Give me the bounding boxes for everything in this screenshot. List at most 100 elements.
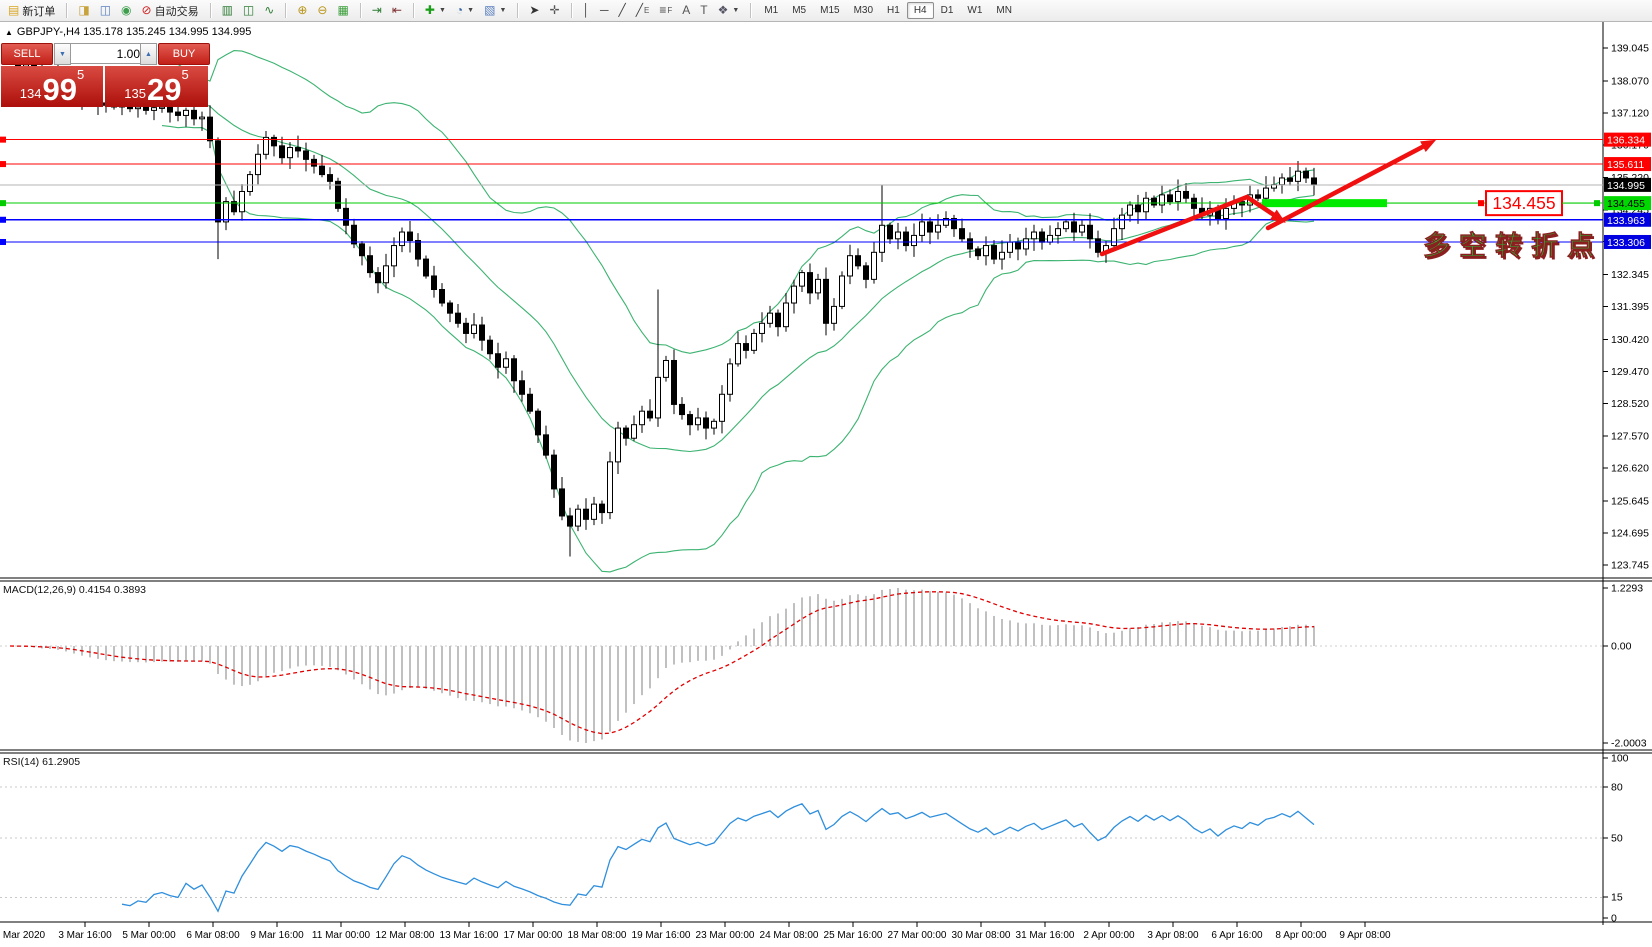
candle <box>968 239 973 249</box>
time-axis-label: 8 Apr 00:00 <box>1275 930 1327 941</box>
candle <box>1128 205 1133 215</box>
buy-price-button[interactable]: 135295 <box>105 66 208 107</box>
candle <box>1056 229 1061 236</box>
cursor-button[interactable]: ➤ <box>524 2 544 19</box>
new-order-icon: ▤ <box>8 4 19 17</box>
crosshair-button[interactable]: ✛ <box>544 2 564 19</box>
toolbar-separator <box>750 3 751 18</box>
auto-scroll-button[interactable]: ⇥ <box>367 2 387 19</box>
timeframe-mn-button[interactable]: MN <box>989 2 1019 19</box>
chart-shift-button[interactable]: ⇤ <box>387 2 407 19</box>
rsi-axis-tick: 100 <box>1611 753 1629 765</box>
signals-button[interactable]: ◉ <box>116 2 136 19</box>
sell-price-button[interactable]: 134995 <box>1 66 103 107</box>
price-axis-tick: 128.520 <box>1611 398 1649 410</box>
auto-scroll-icon: ⇥ <box>372 4 382 17</box>
line-anchor[interactable] <box>0 200 6 206</box>
volume-decrease-button[interactable]: ▼ <box>54 43 71 65</box>
timeframe-d1-button[interactable]: D1 <box>934 2 961 19</box>
autotrading-button-label: 自动交易 <box>155 3 199 19</box>
time-axis-label: 19 Mar 16:00 <box>632 930 691 941</box>
candle <box>824 279 829 323</box>
candle <box>520 381 525 395</box>
bar-chart-mode-button[interactable]: ▥ <box>217 2 238 19</box>
cursor-icon: ➤ <box>529 4 539 17</box>
volume-increase-button[interactable]: ▲ <box>140 43 157 65</box>
candle <box>304 151 309 159</box>
trend-arrow[interactable] <box>1268 143 1430 228</box>
zoom-out-icon: ⊖ <box>317 4 327 17</box>
timeframe-m15-button[interactable]: M15 <box>813 2 846 19</box>
chevron-down-icon: ▼ <box>439 7 446 14</box>
timeframe-w1-button[interactable]: W1 <box>960 2 989 19</box>
macd-signal-line <box>10 592 1314 734</box>
timeframe-m30-button[interactable]: M30 <box>847 2 880 19</box>
time-axis-label: 13 Mar 16:00 <box>440 930 499 941</box>
main-price-pane <box>8 51 1317 572</box>
horizontal-line-button[interactable]: ─ <box>595 2 614 19</box>
candle <box>1064 222 1069 229</box>
line-anchor[interactable] <box>0 239 6 245</box>
candle <box>872 252 877 279</box>
timeframe-m5-button[interactable]: M5 <box>785 2 813 19</box>
candle <box>736 344 741 364</box>
line-anchor[interactable] <box>0 161 6 167</box>
price-axis-tick: 130.420 <box>1611 334 1649 346</box>
volume-input[interactable] <box>70 43 147 64</box>
candle <box>888 225 893 239</box>
candle <box>456 313 461 323</box>
candle <box>240 191 245 211</box>
macd-axis-tick: 0.00 <box>1611 641 1632 653</box>
timeframe-h4-button[interactable]: H4 <box>907 2 934 19</box>
chart-canvas: 134.455多空转折点多空转折点139.045138.070137.12013… <box>0 0 1652 947</box>
candle <box>224 202 229 222</box>
collapse-panel-icon[interactable]: ▲ <box>5 28 13 37</box>
profiles-button[interactable]: ◨ <box>73 2 94 19</box>
zoom-out-button[interactable]: ⊖ <box>312 2 332 19</box>
candle <box>920 222 925 236</box>
candle <box>1024 239 1029 249</box>
svg-text:134.455: 134.455 <box>1607 198 1645 210</box>
indicators-button[interactable]: ✚▼ <box>420 2 451 19</box>
price-axis-tick: 129.470 <box>1611 366 1649 378</box>
candle <box>704 418 709 428</box>
arrows-button[interactable]: ❖▼ <box>713 2 745 19</box>
channel-button[interactable]: ╱E <box>631 2 655 19</box>
toolbar-separator <box>571 3 572 18</box>
candle <box>864 266 869 280</box>
timeframe-h1-button[interactable]: H1 <box>880 2 907 19</box>
autotrading-button[interactable]: ⊘自动交易 <box>137 1 204 21</box>
text-button[interactable]: A <box>677 2 695 19</box>
depth-of-market-button[interactable]: ◫ <box>95 2 116 19</box>
text-label-button[interactable]: T <box>695 2 712 19</box>
time-axis-label: 12 Mar 08:00 <box>376 930 435 941</box>
line-chart-mode-button[interactable]: ∿ <box>259 2 279 19</box>
new-order-button[interactable]: ▤新订单 <box>3 1 60 21</box>
price-axis-tick: 139.045 <box>1611 43 1649 55</box>
buy-button[interactable]: BUY <box>158 43 210 65</box>
templates-button[interactable]: ▧▼ <box>479 2 511 19</box>
fibonacci-button[interactable]: ≡F <box>654 2 677 19</box>
candle <box>936 225 941 232</box>
time-axis-label: 30 Mar 08:00 <box>952 930 1011 941</box>
line-anchor[interactable] <box>0 137 6 143</box>
candle <box>168 107 173 112</box>
candle <box>1080 225 1085 232</box>
price-callout-text: 134.455 <box>1492 193 1555 213</box>
candle <box>192 110 197 118</box>
price-axis-tick: 125.645 <box>1611 495 1649 507</box>
periods-button[interactable]: ◔▼ <box>451 2 479 19</box>
candle <box>752 333 757 350</box>
timeframe-m1-button[interactable]: M1 <box>757 2 785 19</box>
candle <box>776 313 781 327</box>
sell-button[interactable]: SELL <box>1 43 53 65</box>
vertical-line-button[interactable]: │ <box>578 2 596 19</box>
price-axis-tick: 124.695 <box>1611 528 1649 540</box>
zoom-in-button[interactable]: ⊕ <box>292 2 312 19</box>
tile-windows-button[interactable]: ▦ <box>332 2 353 19</box>
trendline-button[interactable]: ╱ <box>614 2 631 19</box>
candle <box>1088 225 1093 239</box>
line-anchor[interactable] <box>0 217 6 223</box>
symbol-ohlc-text: GBPJPY-,H4 135.178 135.245 134.995 134.9… <box>17 26 251 38</box>
candlestick-mode-button[interactable]: ◫ <box>238 2 259 19</box>
